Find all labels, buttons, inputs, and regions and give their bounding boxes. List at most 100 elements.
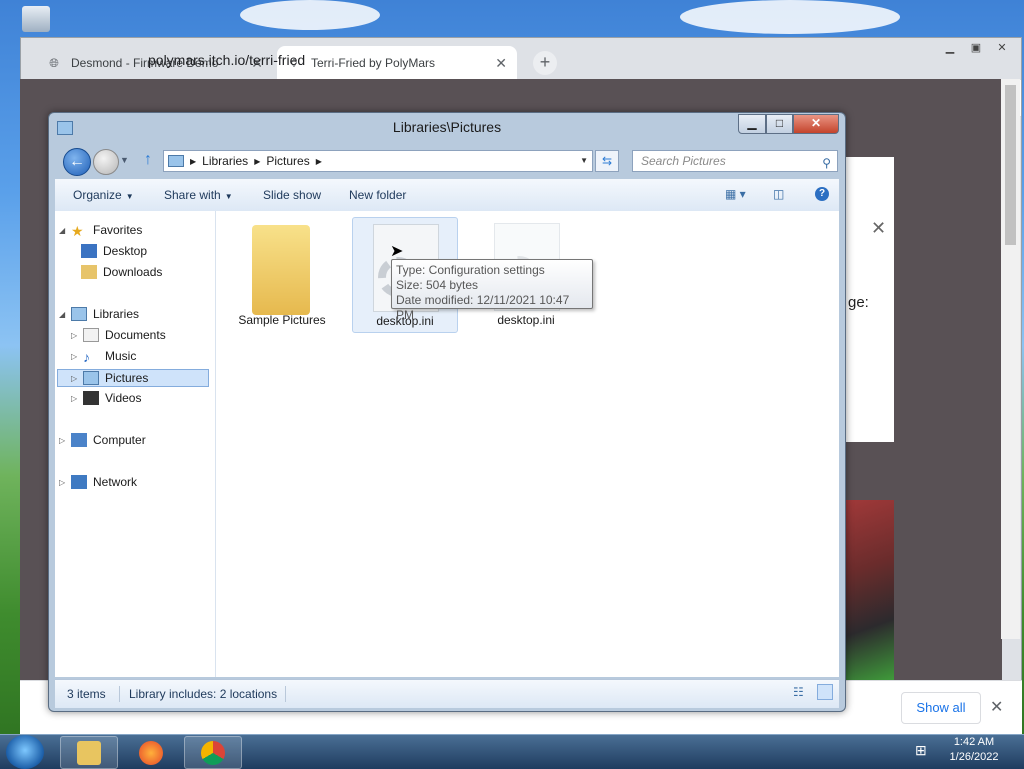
nav-libraries[interactable]: ◢ Libraries bbox=[59, 307, 139, 321]
globe-icon: 🌐︎ bbox=[49, 55, 59, 70]
clock-date: 1/26/2022 bbox=[949, 751, 999, 763]
expand-arrow-icon: ◢ bbox=[59, 309, 66, 319]
new-tab-button[interactable]: + bbox=[533, 51, 557, 75]
large-icons-view-icon[interactable] bbox=[817, 684, 833, 700]
nav-computer[interactable]: ▷ Computer bbox=[59, 433, 146, 447]
tooltip-date: Date modified: 12/11/2021 10:47 PM bbox=[396, 293, 570, 322]
forward-button[interactable] bbox=[93, 149, 119, 175]
clock[interactable]: 1:42 AM 1/26/2022 bbox=[944, 735, 1004, 765]
close-button[interactable]: ✕ bbox=[793, 114, 839, 134]
divider bbox=[119, 686, 120, 702]
chrome-icon bbox=[201, 741, 225, 765]
pictures-icon bbox=[83, 371, 99, 385]
breadcrumb-pictures[interactable]: Pictures bbox=[266, 154, 309, 168]
tooltip-size: Size: 504 bytes bbox=[396, 278, 479, 292]
address-bar[interactable]: polymars.itch.io/terri-fried bbox=[148, 52, 305, 68]
nav-documents[interactable]: ▷ Documents bbox=[71, 328, 166, 342]
collapse-arrow-icon: ▷ bbox=[59, 477, 66, 487]
recent-pages-dropdown-icon[interactable]: ▼ bbox=[120, 155, 129, 165]
help-icon[interactable]: ? bbox=[815, 187, 829, 201]
tab-terri-fried[interactable]: ◊ Terri-Fried by PolyMars ✕ bbox=[277, 46, 517, 80]
up-arrow-icon[interactable]: ↑ bbox=[144, 151, 152, 169]
minimize-button[interactable]: ▁ bbox=[738, 114, 766, 134]
taskbar-chrome[interactable] bbox=[184, 736, 242, 769]
item-count: 3 items bbox=[67, 687, 106, 701]
command-bar: Organize ▼ Share with ▼ Slide show New fol… bbox=[55, 179, 839, 212]
close-tab-icon[interactable]: ✕ bbox=[495, 55, 507, 72]
window-controls: ▁ ▣ ✕ bbox=[939, 40, 1013, 56]
close-icon[interactable]: ✕ bbox=[871, 218, 886, 239]
recycle-bin-icon[interactable] bbox=[22, 6, 50, 32]
status-bar: 3 items Library includes: 2 locations ☷ bbox=[55, 679, 839, 708]
slide-show-button[interactable]: Slide show bbox=[263, 188, 321, 202]
close-window-button[interactable]: ✕ bbox=[991, 40, 1013, 56]
address-dropdown-icon[interactable]: ▼ bbox=[580, 156, 588, 165]
collapse-arrow-icon: ▷ bbox=[71, 393, 78, 403]
collapse-arrow-icon: ▷ bbox=[59, 435, 66, 445]
downloads-folder-icon bbox=[81, 265, 97, 279]
collapse-arrow-icon: ▷ bbox=[71, 373, 78, 383]
star-icon: ★ bbox=[71, 223, 84, 239]
firefox-icon bbox=[139, 741, 163, 765]
show-all-button[interactable]: Show all bbox=[901, 692, 981, 724]
network-icon bbox=[71, 475, 87, 489]
details-view-icon[interactable]: ☷ bbox=[793, 685, 804, 699]
taskbar bbox=[0, 734, 1024, 769]
collapse-arrow-icon: ▷ bbox=[71, 351, 78, 361]
network-tray-icon[interactable]: ⊞ bbox=[915, 742, 927, 759]
nav-downloads[interactable]: Downloads bbox=[81, 265, 162, 279]
explorer-window: Libraries\Pictures ▁ □ ✕ ← ▼ ↑ ▶ Librari… bbox=[48, 112, 846, 712]
nav-pictures[interactable]: ▷ Pictures bbox=[57, 369, 209, 387]
folder-icon bbox=[77, 741, 101, 765]
nav-desktop[interactable]: Desktop bbox=[81, 244, 147, 258]
preview-pane-icon[interactable]: ◫ bbox=[773, 187, 784, 201]
taskbar-firefox[interactable] bbox=[122, 736, 180, 769]
clock-time: 1:42 AM bbox=[953, 736, 995, 748]
nav-favorites[interactable]: ◢ ★ Favorites bbox=[59, 223, 142, 239]
search-input[interactable]: Search Pictures ⚲ bbox=[632, 150, 838, 172]
scrollbar-thumb[interactable] bbox=[1005, 85, 1016, 245]
share-with-menu[interactable]: Share with ▼ bbox=[164, 188, 233, 202]
window-controls: ▁ □ ✕ bbox=[738, 114, 839, 134]
refresh-button[interactable]: ⇆ bbox=[595, 150, 619, 172]
back-button[interactable]: ← bbox=[63, 148, 91, 176]
breadcrumb-separator-icon[interactable]: ▶ bbox=[254, 157, 260, 166]
videos-icon bbox=[83, 391, 99, 405]
library-icon bbox=[168, 155, 184, 167]
close-download-bar-icon[interactable]: ✕ bbox=[990, 697, 1003, 717]
minimize-button[interactable]: ▁ bbox=[939, 40, 961, 56]
page-scrollbar[interactable] bbox=[1001, 79, 1020, 639]
music-icon: ♪ bbox=[83, 349, 90, 365]
tab-title: Terri-Fried by PolyMars bbox=[311, 56, 436, 70]
start-button[interactable] bbox=[6, 735, 44, 769]
change-view-icon[interactable]: ▦ ▾ bbox=[725, 187, 746, 201]
documents-icon bbox=[83, 328, 99, 342]
search-placeholder: Search Pictures bbox=[641, 154, 726, 168]
nav-network[interactable]: ▷ Network bbox=[59, 475, 137, 489]
mouse-cursor-icon: ➤ bbox=[390, 243, 404, 260]
tooltip-type: Type: Configuration settings bbox=[396, 263, 545, 277]
breadcrumb-separator-icon[interactable]: ▶ bbox=[190, 157, 196, 166]
expand-arrow-icon: ◢ bbox=[59, 225, 66, 235]
file-item[interactable]: Sample Pictures bbox=[230, 217, 334, 331]
taskbar-explorer[interactable] bbox=[60, 736, 118, 769]
search-icon[interactable]: ⚲ bbox=[822, 153, 831, 173]
libraries-icon bbox=[71, 307, 87, 321]
library-locations[interactable]: Library includes: 2 locations bbox=[129, 687, 277, 701]
collapse-arrow-icon: ▷ bbox=[71, 330, 78, 340]
computer-icon bbox=[71, 433, 87, 447]
organize-menu[interactable]: Organize ▼ bbox=[73, 188, 134, 202]
explorer-address-bar[interactable]: ▶ Libraries ▶ Pictures ▶ ▼ bbox=[163, 150, 593, 172]
folder-icon bbox=[252, 225, 310, 315]
maximize-button[interactable]: ▣ bbox=[965, 40, 987, 56]
navigation-pane: ◢ ★ Favorites Desktop Downloads ◢ Librar… bbox=[55, 211, 216, 677]
breadcrumb-libraries[interactable]: Libraries bbox=[202, 154, 248, 168]
nav-videos[interactable]: ▷ Videos bbox=[71, 391, 141, 405]
nav-music[interactable]: ▷ ♪ Music bbox=[71, 349, 136, 365]
maximize-button[interactable]: □ bbox=[766, 114, 793, 134]
page-text: ge: bbox=[848, 294, 869, 311]
desktop-icon bbox=[81, 244, 97, 258]
cloud bbox=[680, 0, 900, 34]
new-folder-button[interactable]: New folder bbox=[349, 188, 406, 202]
breadcrumb-separator-icon[interactable]: ▶ bbox=[316, 157, 322, 166]
